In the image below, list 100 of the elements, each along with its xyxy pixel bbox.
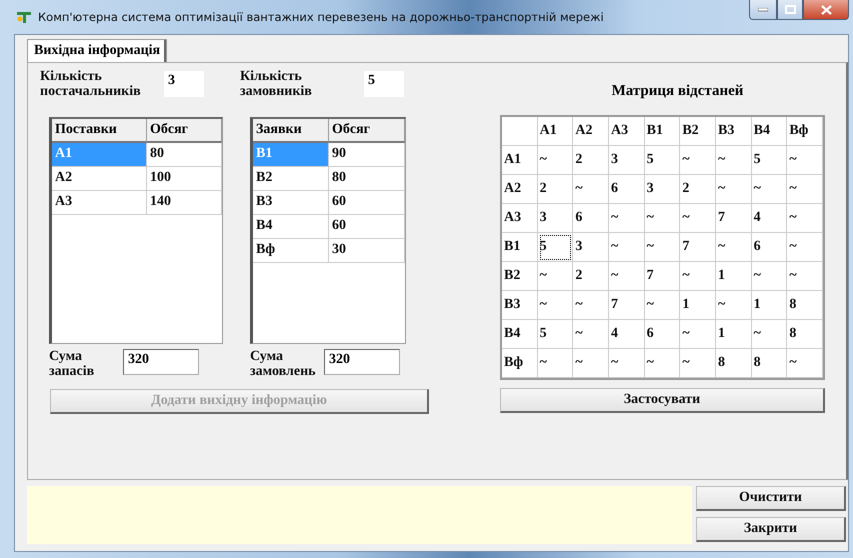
data-grid[interactable]: Заявки Обсяг B1 90 B2 80 B3 60 B4 60 Вф 30 xyxy=(250,117,406,344)
table-cell[interactable]: ~ xyxy=(644,349,680,378)
table-cell[interactable]: 1 xyxy=(716,320,752,349)
column-header: B2 xyxy=(680,117,716,146)
table-cell[interactable]: ~ xyxy=(716,146,752,175)
table-cell[interactable]: ~ xyxy=(609,349,645,378)
table-cell[interactable]: ~ xyxy=(538,262,574,291)
table-cell[interactable]: 2 xyxy=(680,175,716,204)
table-cell[interactable]: A3 xyxy=(52,191,147,215)
column-header: B1 xyxy=(644,117,680,146)
table-cell[interactable]: 3 xyxy=(609,146,645,175)
table-cell[interactable]: 2 xyxy=(573,146,609,175)
table-cell[interactable]: 2 xyxy=(573,262,609,291)
table-cell[interactable]: ~ xyxy=(787,262,823,291)
table-cell[interactable]: ~ xyxy=(680,320,716,349)
table-cell[interactable]: ~ xyxy=(752,320,788,349)
table-cell[interactable]: 8 xyxy=(787,320,823,349)
table-cell[interactable]: A2 xyxy=(52,167,147,191)
table-cell[interactable]: ~ xyxy=(573,320,609,349)
table-cell[interactable]: ~ xyxy=(609,262,645,291)
column-header[interactable]: Заявки xyxy=(253,119,329,143)
action-button[interactable]: Очистити xyxy=(696,486,846,511)
data-grid[interactable]: Поставки Обсяг A1 80 A2 100 A3 140 xyxy=(49,117,223,344)
sum-field[interactable]: 320 xyxy=(123,349,199,375)
table-cell[interactable]: ~ xyxy=(680,204,716,233)
count-field[interactable]: 5 xyxy=(364,71,404,97)
table-cell[interactable]: ~ xyxy=(538,291,574,320)
table-cell[interactable]: ~ xyxy=(609,233,645,262)
action-button[interactable]: Закрити xyxy=(696,517,846,542)
table-cell[interactable]: ~ xyxy=(680,146,716,175)
table-cell[interactable]: 60 xyxy=(329,215,405,239)
count-field[interactable]: 3 xyxy=(164,71,204,97)
table-cell[interactable]: B4 xyxy=(253,215,329,239)
table-cell[interactable]: ~ xyxy=(787,349,823,378)
table-cell[interactable]: B3 xyxy=(253,191,329,215)
table-cell[interactable]: ~ xyxy=(716,233,752,262)
table-cell[interactable]: 60 xyxy=(329,191,405,215)
table-cell[interactable]: ~ xyxy=(752,262,788,291)
table-cell[interactable]: 140 xyxy=(147,191,222,215)
table-cell[interactable]: 1 xyxy=(716,262,752,291)
sum-field[interactable]: 320 xyxy=(324,349,400,375)
sum-label: Сума замовлень xyxy=(250,349,317,379)
row-header: A3 xyxy=(502,204,538,233)
table-cell[interactable]: ~ xyxy=(787,146,823,175)
apply-button[interactable]: Застосувати xyxy=(500,388,825,413)
table-cell[interactable]: 8 xyxy=(752,349,788,378)
table-cell[interactable]: 6 xyxy=(752,233,788,262)
table-cell[interactable]: 7 xyxy=(716,204,752,233)
table-cell[interactable]: 1 xyxy=(752,291,788,320)
table-cell[interactable]: B2 xyxy=(253,167,329,191)
column-header[interactable]: Обсяг xyxy=(147,119,222,143)
close-button[interactable] xyxy=(803,0,849,20)
table-cell[interactable]: ~ xyxy=(716,291,752,320)
table-cell[interactable]: 6 xyxy=(573,204,609,233)
table-cell[interactable]: ~ xyxy=(538,146,574,175)
row-header: B2 xyxy=(502,262,538,291)
table-cell[interactable]: ~ xyxy=(787,175,823,204)
table-cell[interactable]: ~ xyxy=(752,175,788,204)
table-cell[interactable]: 7 xyxy=(644,262,680,291)
table-cell[interactable]: 100 xyxy=(147,167,222,191)
table-cell[interactable]: 5 xyxy=(538,320,574,349)
table-cell[interactable]: 90 xyxy=(329,143,405,167)
table-cell[interactable]: 6 xyxy=(609,175,645,204)
table-cell[interactable]: 80 xyxy=(147,143,222,167)
table-cell[interactable]: 2 xyxy=(538,175,574,204)
table-cell[interactable]: 3 xyxy=(644,175,680,204)
table-cell[interactable]: 30 xyxy=(329,239,405,263)
table-cell[interactable]: ~ xyxy=(716,175,752,204)
column-header[interactable]: Обсяг xyxy=(329,119,405,143)
column-header[interactable]: Поставки xyxy=(52,119,147,143)
tab[interactable]: Вихідна інформація xyxy=(27,39,168,62)
table-cell[interactable]: 4 xyxy=(752,204,788,233)
table-cell[interactable]: ~ xyxy=(644,204,680,233)
table-cell[interactable]: 3 xyxy=(538,204,574,233)
table-cell[interactable]: 80 xyxy=(329,167,405,191)
table-cell[interactable]: ~ xyxy=(538,349,574,378)
table-cell[interactable]: 7 xyxy=(680,233,716,262)
table-cell[interactable]: ~ xyxy=(787,233,823,262)
table-cell[interactable]: ~ xyxy=(573,175,609,204)
table-cell[interactable]: ~ xyxy=(573,291,609,320)
table-cell[interactable]: 3 xyxy=(573,233,609,262)
table-cell[interactable]: ~ xyxy=(609,204,645,233)
table-cell[interactable]: Вф xyxy=(253,239,329,263)
minimize-button[interactable] xyxy=(749,0,777,20)
table-cell[interactable]: 8 xyxy=(716,349,752,378)
table-cell[interactable]: ~ xyxy=(787,204,823,233)
table-cell[interactable]: 7 xyxy=(609,291,645,320)
table-cell[interactable]: 5 xyxy=(752,146,788,175)
table-cell[interactable]: ~ xyxy=(644,233,680,262)
table-cell[interactable]: 4 xyxy=(609,320,645,349)
table-cell[interactable]: 6 xyxy=(644,320,680,349)
column-header: B3 xyxy=(716,117,752,146)
table-cell[interactable]: 5 xyxy=(644,146,680,175)
table-cell[interactable]: 1 xyxy=(680,291,716,320)
table-cell[interactable]: ~ xyxy=(680,349,716,378)
table-cell[interactable]: ~ xyxy=(644,291,680,320)
maximize-button[interactable] xyxy=(777,0,803,20)
table-cell[interactable]: 8 xyxy=(787,291,823,320)
table-cell[interactable]: ~ xyxy=(680,262,716,291)
table-cell[interactable]: ~ xyxy=(573,349,609,378)
